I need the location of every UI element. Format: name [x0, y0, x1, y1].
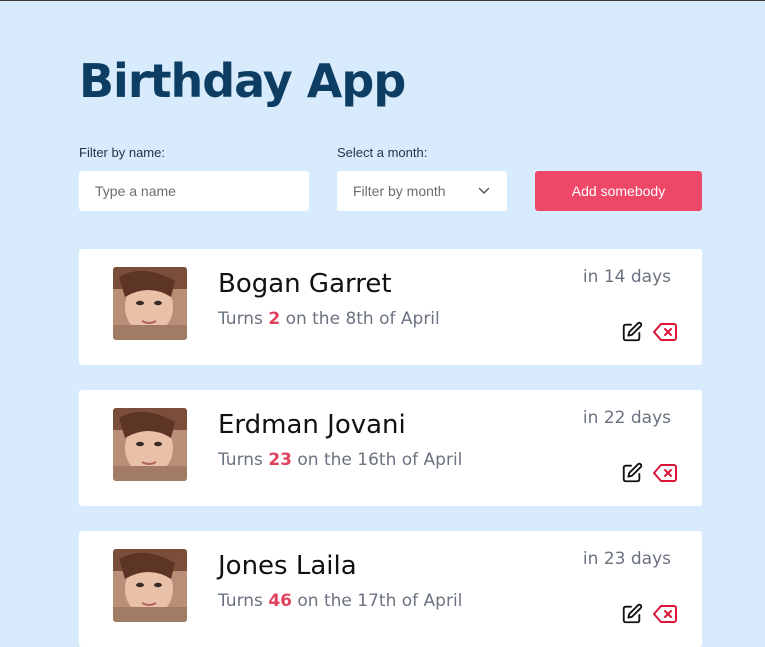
- name-filter-input[interactable]: [79, 171, 309, 211]
- edit-icon: [622, 603, 643, 624]
- avatar: [113, 549, 187, 622]
- delete-button[interactable]: [653, 462, 677, 484]
- age-value: 23: [268, 450, 292, 470]
- person-name: Erdman Jovani: [218, 410, 406, 440]
- turns-label: Turns: [218, 450, 263, 470]
- add-somebody-button[interactable]: Add somebody: [535, 171, 702, 211]
- birthday-info: Turns 2 on the 8th of April: [218, 309, 440, 329]
- avatar: [113, 408, 187, 481]
- delete-button[interactable]: [653, 603, 677, 625]
- birthday-date: on the 8th of April: [285, 309, 440, 329]
- birthday-date: on the 17th of April: [297, 591, 463, 611]
- avatar: [113, 267, 187, 340]
- filter-month-label: Select a month:: [337, 145, 428, 160]
- turns-label: Turns: [218, 591, 263, 611]
- days-until: in 22 days: [582, 408, 671, 428]
- birthday-info: Turns 46 on the 17th of April: [218, 591, 462, 611]
- edit-button[interactable]: [621, 603, 643, 625]
- turns-label: Turns: [218, 309, 263, 329]
- chevron-down-icon: [477, 184, 491, 198]
- filter-name-label: Filter by name:: [79, 145, 165, 160]
- edit-button[interactable]: [621, 462, 643, 484]
- month-select[interactable]: Filter by month: [337, 171, 507, 211]
- delete-button[interactable]: [653, 321, 677, 343]
- birthday-card: Erdman Jovani Turns 23 on the 16th of Ap…: [79, 390, 702, 506]
- backspace-delete-icon: [653, 464, 677, 482]
- edit-icon: [622, 462, 643, 483]
- backspace-delete-icon: [653, 323, 677, 341]
- birthday-info: Turns 23 on the 16th of April: [218, 450, 462, 470]
- month-select-value: Filter by month: [353, 183, 446, 199]
- days-until: in 14 days: [582, 267, 671, 287]
- edit-button[interactable]: [621, 321, 643, 343]
- page-title: Birthday App: [79, 54, 406, 108]
- birthday-card: Bogan Garret Turns 2 on the 8th of April…: [79, 249, 702, 365]
- age-value: 2: [268, 309, 281, 329]
- person-name: Bogan Garret: [218, 269, 392, 299]
- age-value: 46: [268, 591, 292, 611]
- days-until: in 23 days: [582, 549, 671, 569]
- edit-icon: [622, 321, 643, 342]
- birthday-card: Jones Laila Turns 46 on the 17th of Apri…: [79, 531, 702, 647]
- birthday-date: on the 16th of April: [297, 450, 463, 470]
- person-name: Jones Laila: [218, 551, 357, 581]
- backspace-delete-icon: [653, 605, 677, 623]
